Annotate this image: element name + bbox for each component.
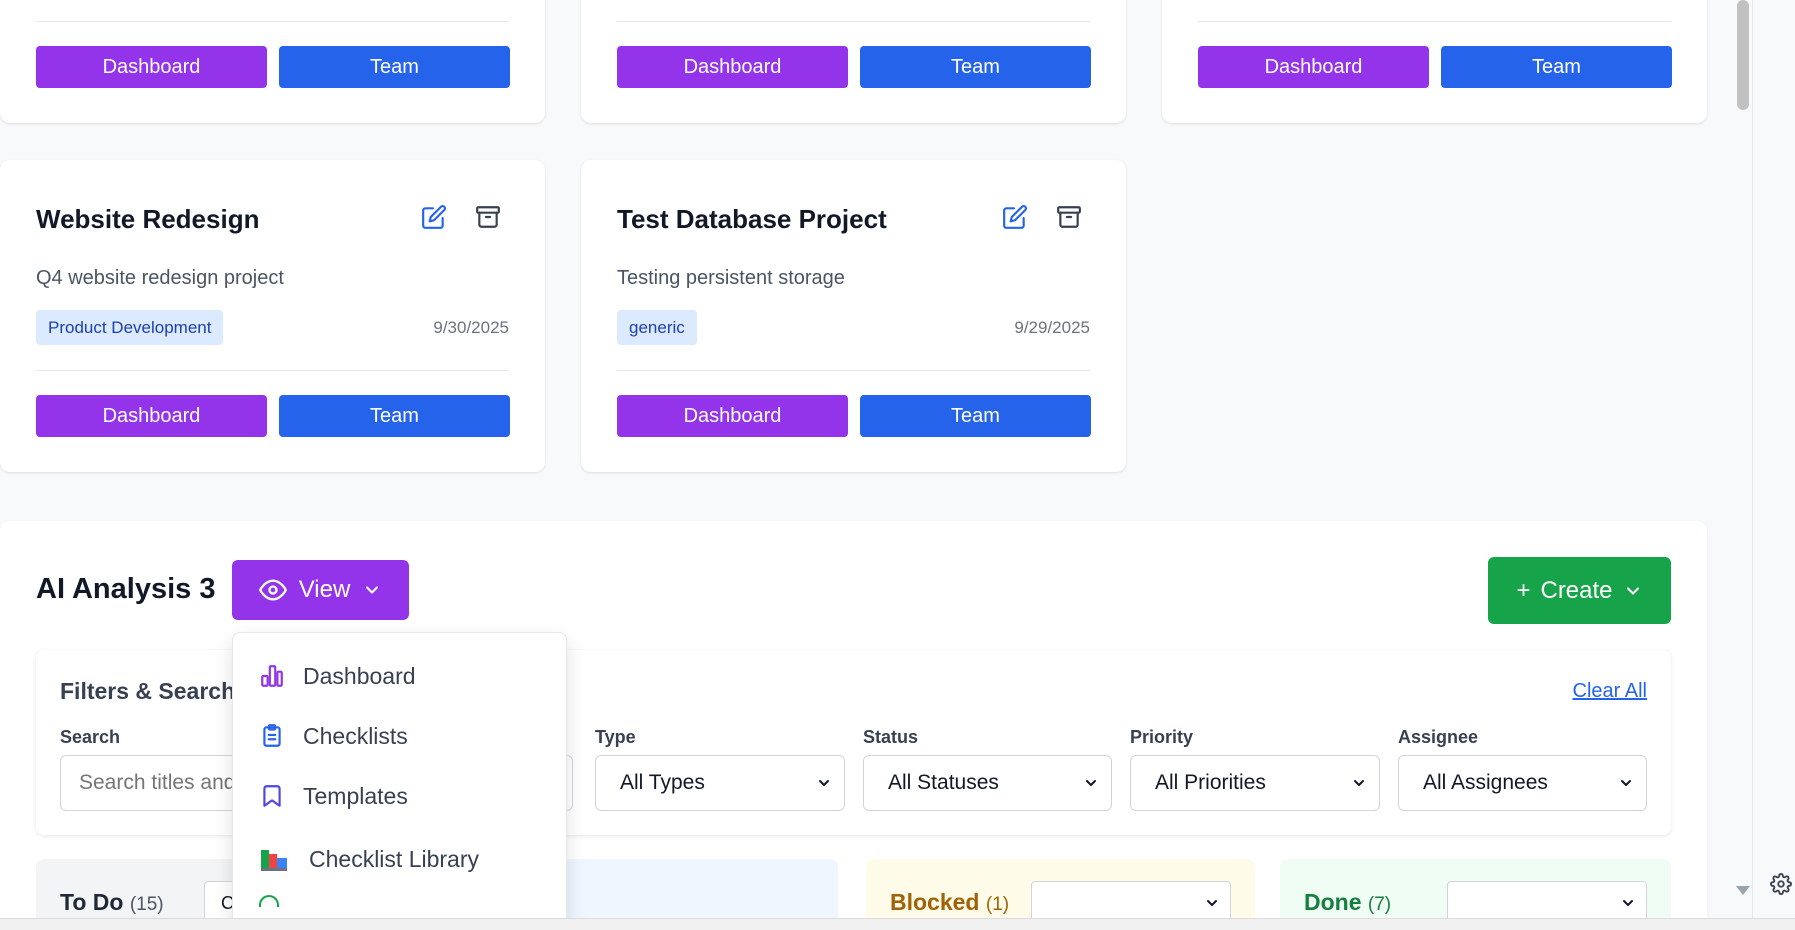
status-select[interactable]: All Statuses <box>863 755 1112 811</box>
column-count: (7) <box>1367 894 1392 915</box>
chevron-down-icon <box>1207 900 1217 906</box>
edit-icon[interactable] <box>1000 202 1030 232</box>
eye-icon <box>258 576 287 604</box>
project-card-top-3: Dashboard Team <box>1162 0 1707 123</box>
menu-item-checklists[interactable]: Checklists <box>233 708 566 764</box>
assignee-select-value: All Assignees <box>1423 771 1548 794</box>
type-label: Type <box>595 727 636 747</box>
card-divider <box>617 370 1090 371</box>
create-button[interactable]: + Create <box>1488 557 1671 624</box>
edit-icon[interactable] <box>419 202 449 232</box>
view-dropdown-menu: Dashboard Checklists Templates Checklist… <box>232 632 567 930</box>
column-title-text: Blocked <box>890 889 980 915</box>
horizontal-scrollbar[interactable] <box>0 918 1795 930</box>
chevron-down-icon <box>1083 775 1099 791</box>
chevron-down-icon <box>1623 900 1633 906</box>
create-button-label: Create <box>1540 576 1613 604</box>
project-card-top-1: Dashboard Team <box>0 0 545 123</box>
priority-label: Priority <box>1130 727 1194 747</box>
menu-item-label: Dashboard <box>303 662 416 689</box>
column-count: (15) <box>129 894 164 915</box>
card-divider <box>36 21 509 22</box>
card-title: Test Database Project <box>617 204 887 234</box>
clipboard-list-icon <box>259 723 285 749</box>
team-button[interactable]: Team <box>860 46 1091 88</box>
section-title: AI Analysis 3 <box>36 573 216 605</box>
menu-item-label: Templates <box>303 782 408 809</box>
status-label: Status <box>863 727 919 747</box>
assignee-select[interactable]: All Assignees <box>1398 755 1647 811</box>
type-select-value: All Types <box>620 771 705 794</box>
menu-item-label: Checklist Library <box>309 845 479 872</box>
dashboard-button[interactable]: Dashboard <box>36 46 267 88</box>
books-icon <box>259 846 291 872</box>
column-count: (1) <box>985 894 1010 915</box>
archive-icon[interactable] <box>1054 202 1084 232</box>
archive-icon[interactable] <box>473 202 503 232</box>
project-card-top-2: Dashboard Team <box>581 0 1126 123</box>
dashboard-button[interactable]: Dashboard <box>617 46 848 88</box>
team-button[interactable]: Team <box>1441 46 1672 88</box>
bar-chart-icon <box>259 663 285 689</box>
dashboard-button[interactable]: Dashboard <box>617 395 848 437</box>
card-divider <box>1198 21 1671 22</box>
team-button[interactable]: Team <box>279 46 510 88</box>
column-title-text: Done <box>1304 889 1362 915</box>
column-title: Done (7) <box>1304 889 1391 916</box>
chevron-down-icon <box>1351 775 1367 791</box>
type-select[interactable]: All Types <box>595 755 845 811</box>
column-title: To Do (15) <box>60 889 164 916</box>
category-tag: Product Development <box>36 310 224 345</box>
card-date: 9/29/2025 <box>1014 318 1090 337</box>
scroll-down-arrow-icon[interactable] <box>1736 886 1750 895</box>
card-divider <box>36 370 509 371</box>
card-divider <box>617 21 1090 22</box>
priority-select[interactable]: All Priorities <box>1130 755 1380 811</box>
view-button-label: View <box>298 576 351 603</box>
team-button[interactable]: Team <box>279 395 510 437</box>
scrollbar-track[interactable] <box>1752 0 1753 918</box>
menu-item-partial-icon <box>259 895 279 907</box>
assignee-label: Assignee <box>1398 727 1479 747</box>
chevron-down-icon <box>362 580 382 600</box>
view-menu-button[interactable]: View <box>232 560 409 620</box>
column-title: Blocked (1) <box>890 889 1009 916</box>
team-button[interactable]: Team <box>860 395 1091 437</box>
card-description: Q4 website redesign project <box>36 267 284 289</box>
menu-item-dashboard[interactable]: Dashboard <box>233 648 566 704</box>
gear-icon[interactable] <box>1770 873 1792 895</box>
column-title-text: To Do <box>60 889 124 915</box>
status-select-value: All Statuses <box>888 771 999 794</box>
chevron-down-icon <box>816 775 832 791</box>
priority-select-value: All Priorities <box>1155 771 1266 794</box>
menu-item-templates[interactable]: Templates <box>233 768 566 824</box>
card-description: Testing persistent storage <box>617 267 845 289</box>
dashboard-button[interactable]: Dashboard <box>36 395 267 437</box>
filters-title: Filters & Search <box>60 678 236 704</box>
menu-item-checklist-library[interactable]: Checklist Library <box>233 831 566 887</box>
card-title: Website Redesign <box>36 204 260 234</box>
category-tag: generic <box>617 310 697 345</box>
dashboard-button[interactable]: Dashboard <box>1198 46 1429 88</box>
menu-item-label: Checklists <box>303 722 408 749</box>
search-label: Search <box>60 727 121 747</box>
clear-all-link[interactable]: Clear All <box>1573 680 1647 703</box>
bookmark-icon <box>259 783 285 809</box>
scrollbar-thumb[interactable] <box>1737 0 1749 110</box>
project-card-website-redesign: Website Redesign Q4 website redesign pro… <box>0 160 545 472</box>
project-card-test-database: Test Database Project Testing persistent… <box>581 160 1126 472</box>
chevron-down-icon <box>1618 775 1634 791</box>
card-date: 9/30/2025 <box>433 318 509 337</box>
chevron-down-icon <box>1623 581 1643 601</box>
plus-icon: + <box>1516 576 1531 604</box>
